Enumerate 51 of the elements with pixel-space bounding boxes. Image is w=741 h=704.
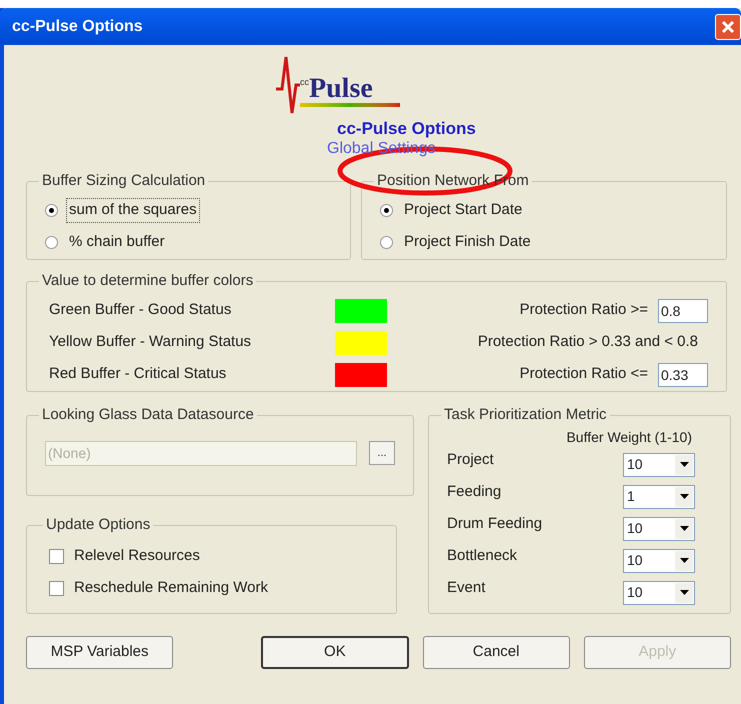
condition-label: Protection Ratio <= [518,364,649,384]
weight-dropdown[interactable]: 1 [623,484,695,508]
dialog-button[interactable]: MSP Variables [26,636,174,669]
close-icon [721,20,735,34]
status-label: Green Buffer - Good Status [49,300,232,320]
checkbox-label[interactable]: Relevel Resources [74,545,200,568]
dialog-heading: cc-Pulse Options [337,118,476,140]
dropdown-value: 10 [627,455,643,474]
ratio-field[interactable]: 0.8 [658,298,708,322]
radio-button[interactable] [380,236,393,249]
dialog-button[interactable]: OK [261,636,408,669]
checkbox[interactable] [49,549,64,564]
metric-label: Project [447,450,495,470]
logo-prefix: cc [300,76,309,88]
radio-button[interactable] [45,236,58,249]
radio-label[interactable]: % chain buffer [66,230,168,255]
metric-label: Drum Feeding [447,514,544,534]
dialog-button[interactable]: Cancel [422,636,570,669]
dropdown-value: 10 [627,551,643,570]
group-title: Task Prioritization Metric [443,405,608,425]
status-label: Yellow Buffer - Warning Status [49,332,252,352]
close-button[interactable] [715,14,741,40]
radio-label[interactable]: Project Start Date [401,198,526,223]
column-header: Buffer Weight (1-10) [565,428,693,447]
weight-dropdown[interactable]: 10 [623,452,695,476]
status-label: Red Buffer - Critical Status [49,364,228,384]
dropdown-value: 1 [627,487,635,506]
group-title: Looking Glass Data Datasource [41,405,255,425]
metric-label: Event [447,578,486,598]
dropdown-value: 10 [627,583,643,602]
radio-button[interactable] [380,204,393,217]
dropdown-value: 10 [627,519,643,538]
weight-dropdown[interactable]: 10 [623,548,695,572]
checkbox[interactable] [49,581,64,596]
radio-label[interactable]: sum of the squares [66,198,200,223]
condition-label: Protection Ratio > 0.33 and < 0.8 [476,332,699,352]
group-title: Update Options [45,515,152,535]
metric-label: Feeding [447,482,502,502]
logo-text: Pulse [309,75,373,103]
group-title: Value to determine buffer colors [41,271,254,291]
group-title: Buffer Sizing Calculation [41,171,206,191]
metric-label: Bottleneck [447,546,518,566]
condition-label: Protection Ratio >= [518,300,649,320]
weight-dropdown[interactable]: 10 [623,580,695,604]
checkbox-label[interactable]: Reschedule Remaining Work [74,577,268,600]
weight-dropdown[interactable]: 10 [623,516,695,540]
radio-label[interactable]: Project Finish Date [401,230,534,255]
radio-button[interactable] [45,204,58,217]
window-title: cc-Pulse Options [12,16,143,36]
ratio-field[interactable]: 0.33 [658,362,708,386]
pulse-wave-icon [276,55,300,115]
